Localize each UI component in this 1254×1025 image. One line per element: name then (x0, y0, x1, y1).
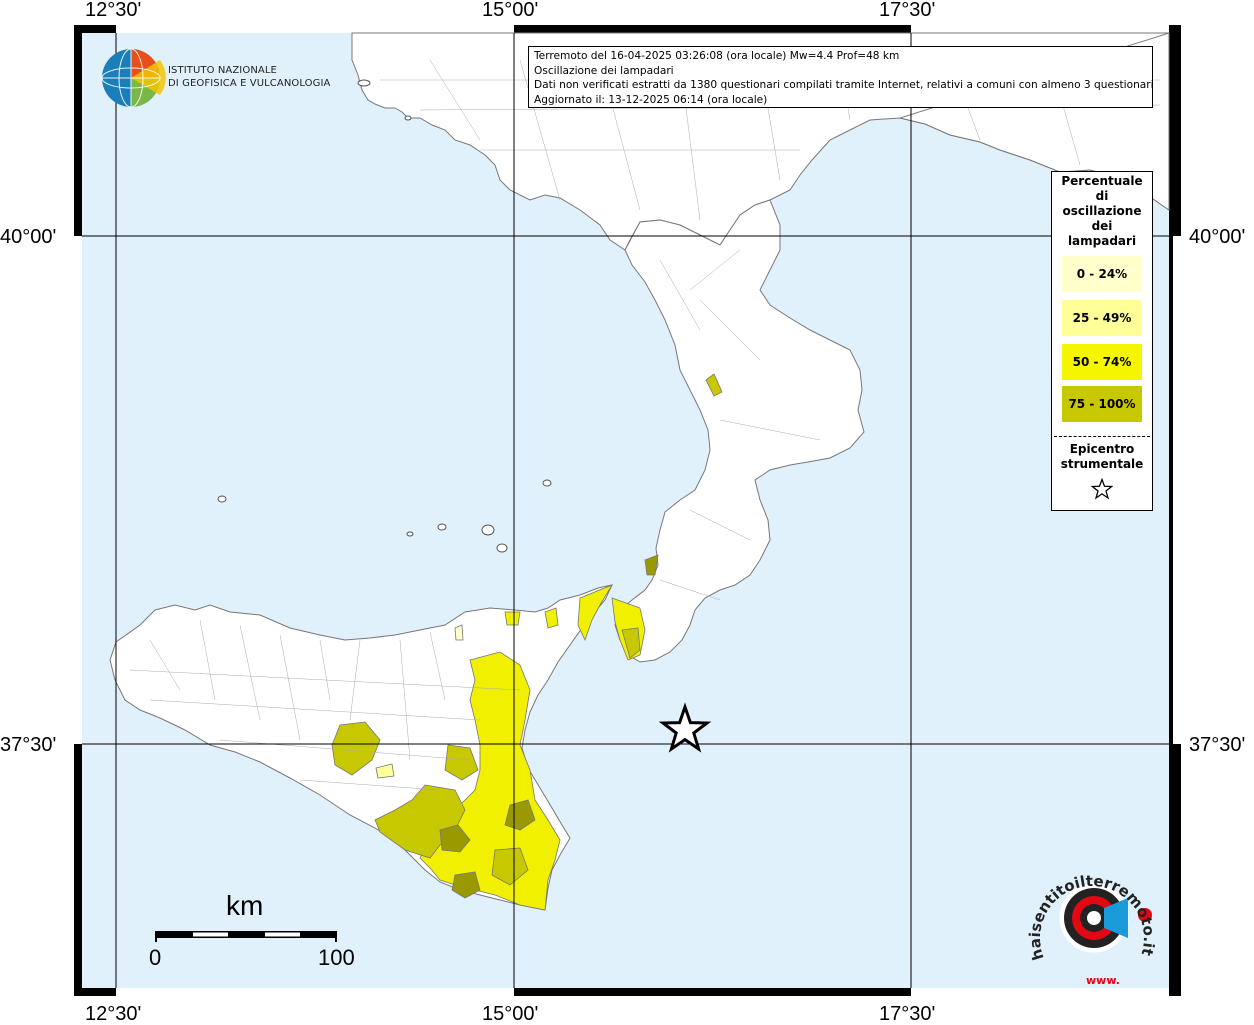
event-info-line3: Dati non verificati estratti da 1380 que… (534, 79, 1153, 91)
legend-item-label: 25 - 49% (1072, 311, 1132, 325)
legend-separator (1054, 436, 1150, 437)
legend-title: Percentuale di oscillazione dei lampadar… (1052, 174, 1152, 249)
event-info-box: Terremoto del 16-04-2025 03:26:08 (ora l… (528, 46, 1153, 108)
lat-label-left-2: 37°30' (0, 734, 57, 756)
legend-item-label: 75 - 100% (1068, 397, 1136, 411)
lat-label-right-2: 37°30' (1189, 734, 1246, 756)
lon-label-top-3: 17°30' (879, 0, 936, 21)
legend-item-25-49: 25 - 49% (1062, 300, 1142, 336)
legend: Percentuale di oscillazione dei lampadar… (1051, 171, 1153, 511)
ingv-logo-line2: DI GEOFISICA E VULCANOLOGIA (168, 78, 331, 89)
lat-label-right-1: 40°00' (1189, 226, 1246, 248)
ingv-logo-text: ISTITUTO NAZIONALE DI GEOFISICA E VULCAN… (168, 64, 331, 90)
event-info-line2: Oscillazione dei lampadari (534, 64, 674, 77)
legend-item-label: 50 - 74% (1072, 355, 1132, 369)
legend-title-line: Percentuale (1061, 174, 1143, 188)
legend-item-label: 0 - 24% (1076, 267, 1128, 281)
lon-label-bottom-2: 15°00' (482, 1003, 539, 1025)
legend-star-icon (1052, 477, 1152, 504)
legend-epicenter-line: Epicentro (1069, 442, 1135, 456)
legend-item-75-100: 75 - 100% (1062, 386, 1142, 422)
event-info-line4: Aggiornato il: 13-12-2025 06:14 (ora loc… (534, 93, 768, 106)
lon-label-top-2: 15°00' (482, 0, 539, 21)
haisentito-logo-prefix: www. (1086, 974, 1120, 987)
legend-title-line: di (1095, 189, 1109, 203)
lon-label-bottom-3: 17°30' (879, 1003, 936, 1025)
ingv-logo-line1: ISTITUTO NAZIONALE (168, 65, 277, 76)
scale-start-label: 0 (149, 945, 162, 970)
legend-epicenter-line: strumentale (1060, 457, 1144, 471)
scale-unit: km (226, 890, 264, 921)
scale-end-label: 100 (318, 945, 355, 970)
lat-label-left-1: 40°00' (0, 226, 57, 248)
legend-epicenter-label: Epicentro strumentale (1052, 442, 1152, 472)
haisentito-logo-label: haisentitoilterremoto.it (1028, 872, 1158, 962)
haisentito-logo-text: haisentitoilterremoto.it www. (1028, 872, 1158, 987)
legend-title-line: lampadari (1067, 234, 1137, 248)
event-info-line1: Terremoto del 16-04-2025 03:26:08 (ora l… (534, 50, 900, 62)
legend-title-line: oscillazione (1062, 204, 1142, 218)
legend-item-0-24: 0 - 24% (1062, 256, 1142, 292)
legend-title-line: dei (1091, 219, 1113, 233)
lon-label-bottom-1: 12°30' (85, 1003, 142, 1025)
legend-item-50-74: 50 - 74% (1062, 344, 1142, 380)
svg-text:haisentitoilterremoto.it: haisentitoilterremoto.it (1028, 872, 1158, 962)
lon-label-top-1: 12°30' (85, 0, 142, 21)
